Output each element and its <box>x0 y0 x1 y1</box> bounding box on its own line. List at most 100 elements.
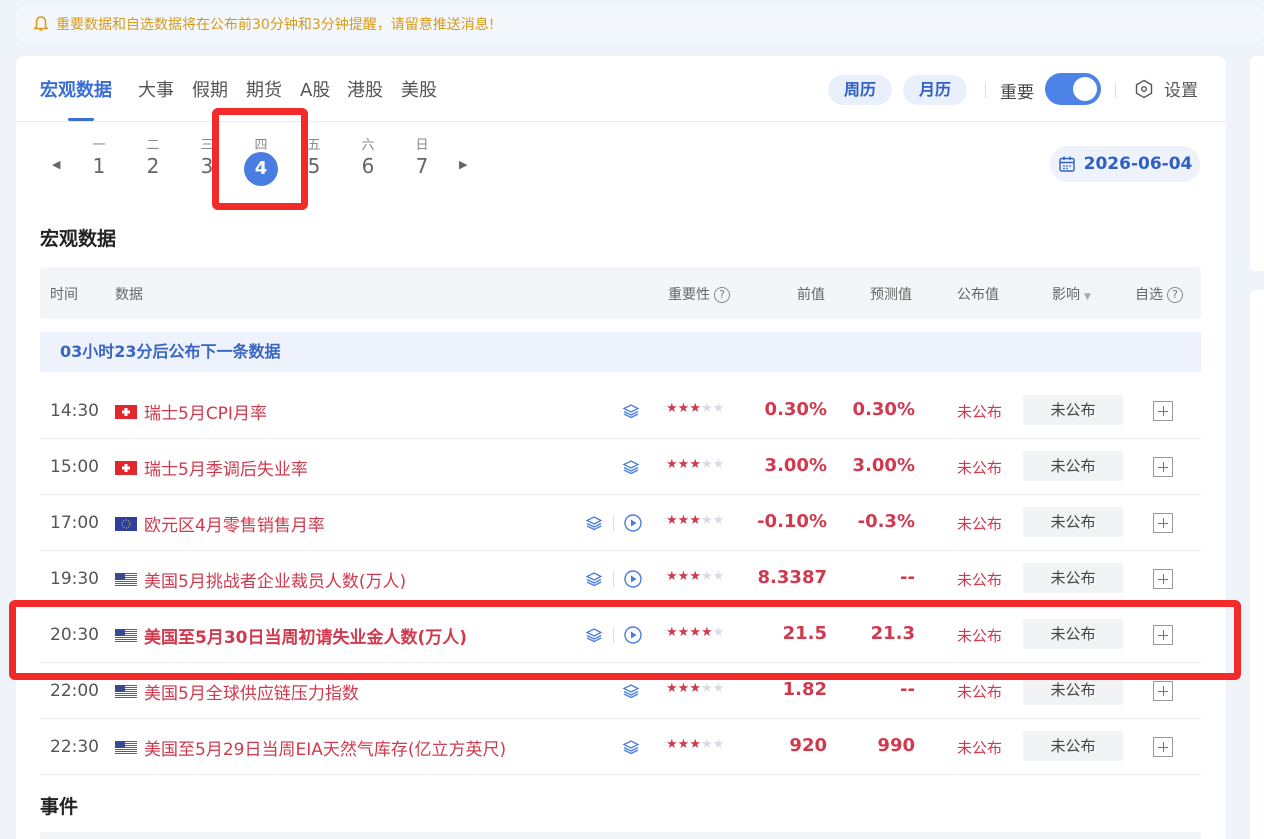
settings-button[interactable]: 设置 <box>1134 76 1198 101</box>
tab-bar: 宏观数据 大事 假期 期货 A股 港股 美股 周历 月历 重要 设置 <box>16 56 1226 122</box>
week-view-button[interactable]: 周历 <box>828 75 893 105</box>
indicator-title-link[interactable]: 美国5月全球供应链压力指数 <box>144 679 359 704</box>
tab-holidays[interactable]: 假期 <box>192 76 228 102</box>
impact-badge: 未公布 <box>1023 563 1123 593</box>
tab-us-stocks[interactable]: 美股 <box>401 76 437 102</box>
star-icon: ★ <box>712 457 725 472</box>
table-row: 22:30 美国至5月29日当周EIA天然气库存(亿立方英尺) ★★★★★ 920 99… <box>40 719 1201 775</box>
day-1[interactable]: 一1 <box>79 134 119 178</box>
tab-macro-data[interactable]: 宏观数据 <box>40 76 112 102</box>
day-number: 1 <box>92 154 106 178</box>
actual-value: 未公布 <box>957 571 1003 589</box>
add-to-watchlist-icon[interactable] <box>1153 569 1173 589</box>
day-number: 6 <box>361 154 375 178</box>
star-icon: ★ <box>666 401 678 416</box>
add-to-watchlist-icon[interactable] <box>1153 513 1173 533</box>
star-icon: ★ <box>700 457 713 472</box>
date-picker-button[interactable]: 2026-06-04 <box>1050 146 1200 182</box>
country-flag-icon <box>115 740 137 755</box>
indicator-title-link[interactable]: 瑞士5月季调后失业率 <box>144 455 308 480</box>
star-icon: ★ <box>712 681 725 696</box>
indicator-title-link[interactable]: 欧元区4月零售销售月率 <box>144 511 325 536</box>
layers-icon[interactable] <box>622 738 640 756</box>
star-icon: ★ <box>712 513 725 528</box>
actual-value: 未公布 <box>957 739 1003 757</box>
layers-icon[interactable] <box>585 514 603 532</box>
star-icon: ★ <box>700 681 713 696</box>
importance-stars: ★★★★★ <box>666 457 724 472</box>
importance-stars: ★★★★★ <box>666 681 724 696</box>
prev-week-arrow-icon[interactable]: ◀ <box>52 158 60 171</box>
weekday-label: 二 <box>146 138 160 153</box>
previous-value: -0.10% <box>757 511 827 532</box>
release-time: 14:30 <box>50 401 99 421</box>
release-time: 22:30 <box>50 737 99 757</box>
add-to-watchlist-icon[interactable] <box>1153 457 1173 477</box>
layers-icon[interactable] <box>622 458 640 476</box>
day-6[interactable]: 六6 <box>348 134 388 178</box>
layers-icon[interactable] <box>622 402 640 420</box>
indicator-title-link[interactable]: 美国至5月29日当周EIA天然气库存(亿立方英尺) <box>144 735 506 760</box>
tab-a-shares[interactable]: A股 <box>300 76 330 102</box>
week-day-selector: ◀ 一1 二2 三3 四4 五5 六6 日7 ▶ 2026-06-04 <box>16 128 1226 198</box>
previous-value: 3.00% <box>764 455 827 476</box>
importance-stars: ★★★★★ <box>666 513 724 528</box>
divider <box>985 82 986 98</box>
star-icon: ★ <box>700 569 713 584</box>
country-flag-icon <box>115 684 137 699</box>
hexagon-settings-icon <box>1135 79 1153 98</box>
star-icon: ★ <box>712 401 725 416</box>
header-impact-label: 影响 <box>1052 287 1080 303</box>
impact-badge: 未公布 <box>1023 395 1123 425</box>
day-2[interactable]: 二2 <box>133 134 173 178</box>
star-icon: ★ <box>689 569 701 584</box>
tab-events[interactable]: 大事 <box>138 76 174 102</box>
play-icon[interactable] <box>623 569 643 589</box>
release-time: 19:30 <box>50 569 99 589</box>
active-tab-indicator <box>68 118 94 121</box>
highlight-box-jobless-claims-row <box>9 600 1241 680</box>
divider <box>1115 82 1116 98</box>
help-icon[interactable]: ? <box>1167 287 1183 303</box>
events-section-title: 事件 <box>40 796 79 818</box>
header-impact[interactable]: 影响 ▼ <box>1052 284 1091 304</box>
calendar-icon <box>1058 156 1075 172</box>
calendar-card: 宏观数据 大事 假期 期货 A股 港股 美股 周历 月历 重要 设置 ◀ 一1 … <box>16 56 1226 839</box>
add-to-watchlist-icon[interactable] <box>1153 401 1173 421</box>
header-watch-label: 自选 <box>1135 287 1163 303</box>
add-to-watchlist-icon[interactable] <box>1153 681 1173 701</box>
important-toggle[interactable] <box>1045 73 1101 105</box>
star-icon: ★ <box>700 737 713 752</box>
header-actual: 公布值 <box>957 287 999 303</box>
next-release-countdown: 03小时23分后公布下一条数据 <box>40 332 1201 372</box>
star-icon: ★ <box>689 457 701 472</box>
layers-icon[interactable] <box>622 682 640 700</box>
importance-stars: ★★★★★ <box>666 401 724 416</box>
release-time: 15:00 <box>50 457 99 477</box>
layers-icon[interactable] <box>585 570 603 588</box>
indicator-title-link[interactable]: 瑞士5月CPI月率 <box>144 399 267 424</box>
weekday-label: 日 <box>415 138 429 153</box>
header-importance: 重要性? <box>668 284 730 304</box>
previous-value: 920 <box>789 735 827 756</box>
day-7[interactable]: 日7 <box>402 134 442 178</box>
month-view-button[interactable]: 月历 <box>903 75 968 105</box>
help-icon[interactable]: ? <box>714 287 730 303</box>
add-to-watchlist-icon[interactable] <box>1153 737 1173 757</box>
play-icon[interactable] <box>623 513 643 533</box>
next-week-arrow-icon[interactable]: ▶ <box>459 158 467 171</box>
tab-futures[interactable]: 期货 <box>246 76 282 102</box>
table-row: 19:30 美国5月挑战者企业裁员人数(万人) ★★★★★ 8.3387 -- 未公布 未公… <box>40 551 1201 607</box>
header-data: 数据 <box>115 287 143 303</box>
weekday-label: 六 <box>361 138 375 153</box>
star-icon: ★ <box>666 457 678 472</box>
star-icon: ★ <box>700 513 713 528</box>
star-icon: ★ <box>712 737 725 752</box>
tab-hk-stocks[interactable]: 港股 <box>347 76 383 102</box>
star-icon: ★ <box>677 569 690 584</box>
star-icon: ★ <box>712 569 725 584</box>
weekday-label: 一 <box>92 138 106 153</box>
header-watch: 自选? <box>1135 284 1183 304</box>
indicator-title-link[interactable]: 美国5月挑战者企业裁员人数(万人) <box>144 567 406 592</box>
side-panel <box>1250 290 1264 839</box>
